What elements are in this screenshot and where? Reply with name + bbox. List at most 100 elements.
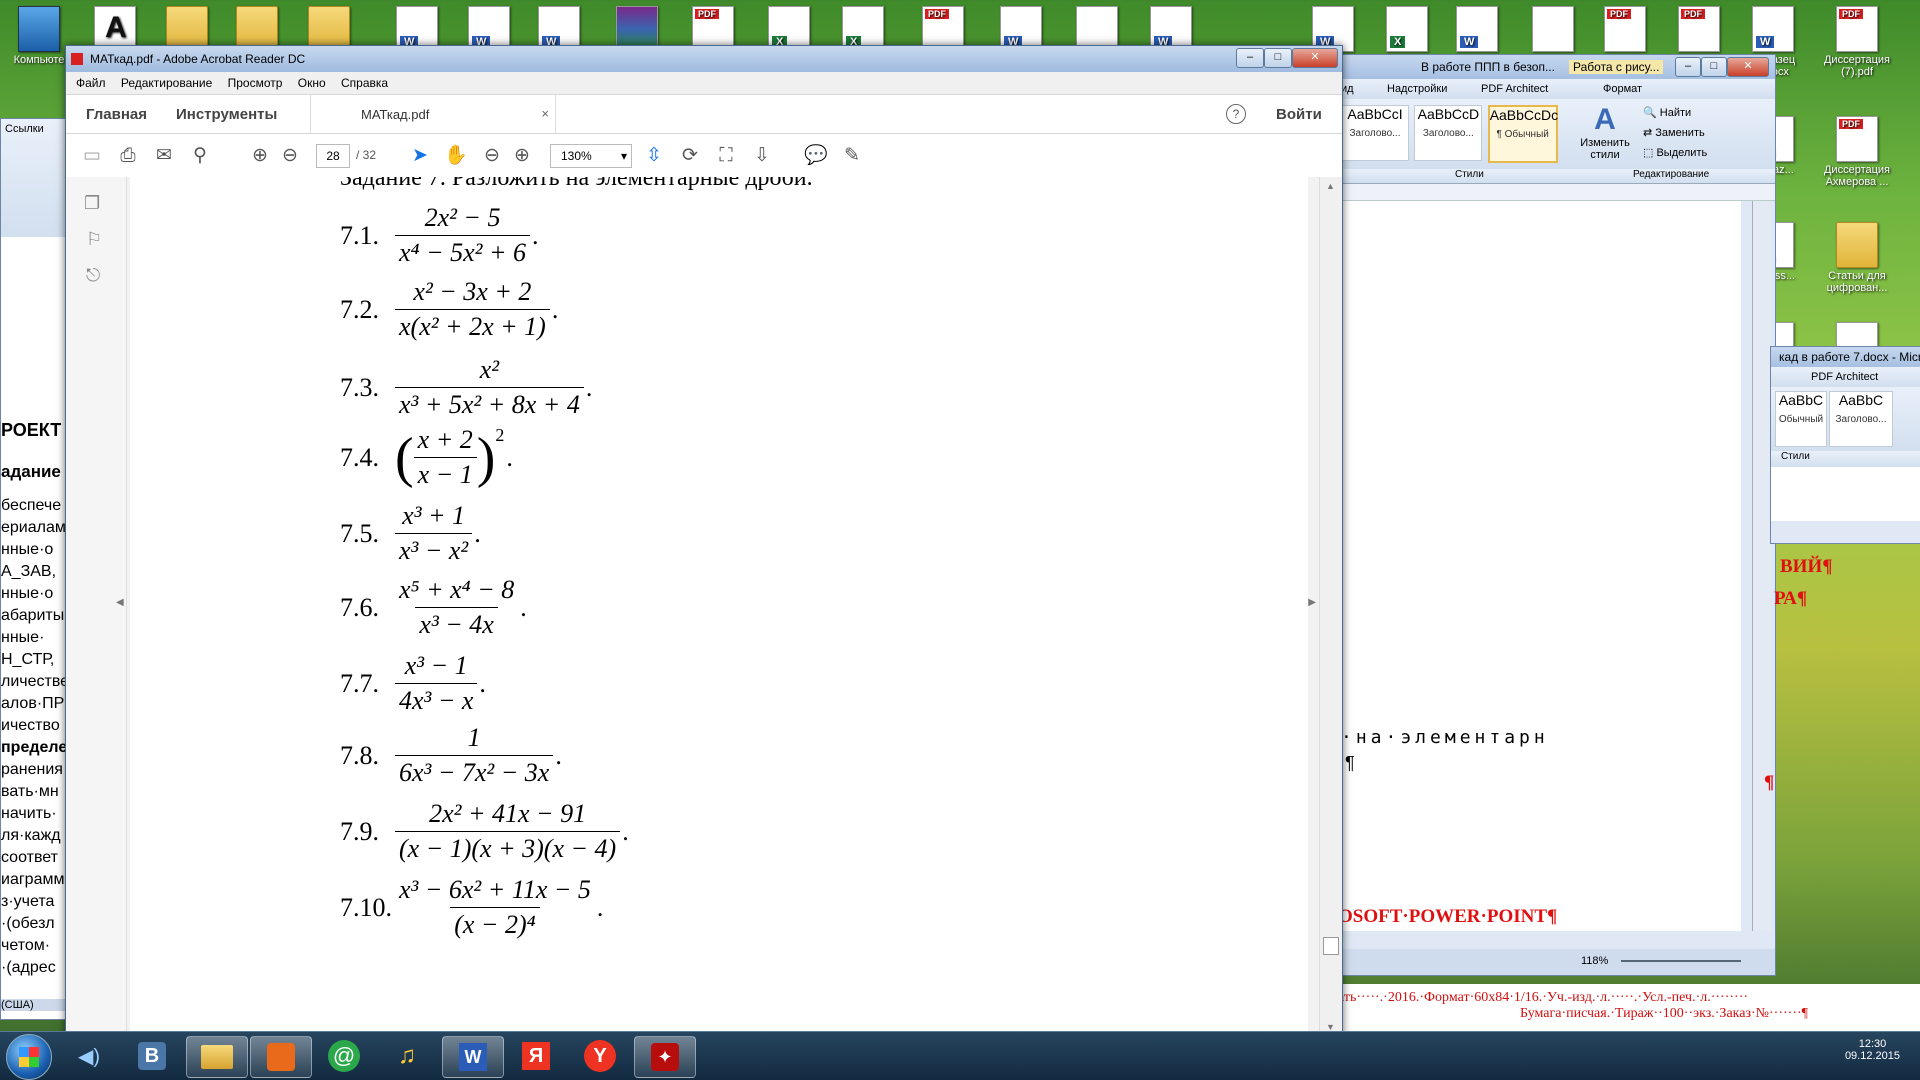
word-vscroll[interactable] bbox=[1752, 201, 1771, 931]
menu-view[interactable]: Просмотр bbox=[228, 76, 283, 90]
fraction: 1 6x³ − 7x² − 3x bbox=[395, 723, 554, 788]
desktop-icon-pdf[interactable] bbox=[1662, 6, 1736, 54]
change-styles-button[interactable]: A Изменить стили bbox=[1575, 103, 1635, 161]
taskbar-yandex[interactable]: Я bbox=[506, 1036, 566, 1076]
taskbar-vk[interactable]: B bbox=[122, 1036, 182, 1076]
word-ribbon-tab[interactable]: Формат bbox=[1603, 83, 1642, 95]
zoom-slider[interactable] bbox=[1621, 960, 1741, 962]
period: . bbox=[555, 740, 562, 770]
desktop-icon-word[interactable] bbox=[1440, 6, 1514, 54]
select-button[interactable]: ⬚ Выделить bbox=[1643, 143, 1707, 163]
desktop-icon-pdf-dissertation[interactable]: Диссертация (7).pdf bbox=[1820, 6, 1894, 78]
problem-number: 7.10. bbox=[340, 892, 392, 922]
document-tab-label: МАТкад.pdf bbox=[361, 107, 430, 122]
zoom-in-icon[interactable]: ⊕ bbox=[510, 144, 534, 168]
taskbar-mail[interactable]: @ bbox=[314, 1036, 374, 1076]
desktop-icon-excel[interactable] bbox=[1370, 6, 1444, 54]
comment-icon[interactable]: 💬 bbox=[804, 144, 828, 168]
search-icon[interactable]: ⚲ bbox=[188, 144, 212, 168]
maximize-icon[interactable]: □ bbox=[1701, 57, 1727, 77]
save-icon[interactable]: ▭ bbox=[80, 144, 104, 168]
replace-label: Заменить bbox=[1655, 127, 1705, 139]
pages-icon[interactable]: ❐ bbox=[84, 193, 100, 214]
style-normal[interactable]: AaBbCcDc ¶ Обычный bbox=[1487, 105, 1558, 163]
taskbar-music[interactable]: ♫ bbox=[378, 1036, 438, 1076]
style-heading1[interactable]: AaBbCcI Заголово... bbox=[1341, 105, 1409, 161]
clock[interactable]: 12:30 09.12.2015 bbox=[1845, 1038, 1900, 1062]
menu-edit[interactable]: Редактирование bbox=[121, 76, 212, 90]
clock-time: 12:30 bbox=[1858, 1038, 1887, 1050]
close-icon[interactable]: ✕ bbox=[1727, 57, 1769, 77]
print-icon[interactable]: ⎙ bbox=[116, 144, 140, 168]
taskbar-media[interactable] bbox=[250, 1036, 312, 1078]
fraction: x² x³ + 5x² + 8x + 4 bbox=[395, 355, 584, 420]
word-left-text: РОЕКТ адание беспече ериалам нные·о А_ЗА… bbox=[1, 419, 69, 979]
menu-file[interactable]: Файл bbox=[76, 76, 106, 90]
find-button[interactable]: 🔍 Найти bbox=[1643, 103, 1707, 123]
tab-tools[interactable]: Инструменты bbox=[176, 106, 277, 123]
maximize-icon[interactable]: □ bbox=[1264, 48, 1292, 68]
left-rail: ❐ ⚐ ⎋ ◀ bbox=[66, 177, 127, 1036]
taskbar-volume[interactable]: ◀) bbox=[58, 1036, 118, 1076]
hand-tool-icon[interactable]: ✋ bbox=[444, 144, 468, 168]
next-page-icon[interactable]: ⊖ bbox=[278, 144, 302, 168]
word-ribbon-tab[interactable]: PDF Architect bbox=[1481, 83, 1548, 95]
desktop-icon-doc[interactable] bbox=[1516, 6, 1590, 54]
scroll-thumb[interactable] bbox=[1323, 937, 1339, 955]
tab-home[interactable]: Главная bbox=[86, 106, 147, 123]
replace-button[interactable]: ⇄ Заменить bbox=[1643, 123, 1707, 143]
bookmark-icon[interactable]: ⚐ bbox=[86, 229, 102, 250]
word-statusbar: 118% bbox=[1301, 949, 1775, 975]
desktop-icon-folder-articles[interactable]: Статьи для цифрован... bbox=[1820, 222, 1894, 294]
word2-style[interactable]: AaBbC Заголово... bbox=[1829, 391, 1893, 447]
style-heading2[interactable]: AaBbCcD Заголово... bbox=[1414, 105, 1483, 161]
select-label: Выделить bbox=[1656, 147, 1708, 159]
attachment-icon[interactable]: ⎋ bbox=[86, 265, 100, 286]
word-title-tab[interactable]: В работе ППП в безоп... bbox=[1421, 60, 1555, 74]
yandex-browser-icon: Y bbox=[584, 1040, 616, 1072]
collapse-left-icon[interactable]: ◀ bbox=[116, 597, 124, 608]
page-number-input[interactable]: 28 bbox=[316, 144, 350, 168]
fullscreen-icon[interactable]: ⛶ bbox=[714, 144, 738, 168]
pen-icon[interactable]: ✎ bbox=[840, 144, 864, 168]
scroll-up-icon[interactable]: ▲ bbox=[1326, 181, 1335, 191]
minimize-icon[interactable]: – bbox=[1675, 57, 1701, 77]
collapse-right-icon[interactable]: ▶ bbox=[1308, 597, 1316, 608]
help-icon[interactable]: ? bbox=[1226, 104, 1246, 124]
word-red-text: OSOFT·POWER·POINT¶ bbox=[1338, 906, 1558, 927]
signin-button[interactable]: Войти bbox=[1276, 106, 1322, 123]
zoom-select[interactable]: 130% ▾ bbox=[550, 144, 632, 168]
period: . bbox=[622, 816, 629, 846]
menu-window[interactable]: Окно bbox=[298, 76, 326, 90]
select-cursor-icon[interactable]: ➤ bbox=[408, 144, 432, 168]
start-button[interactable] bbox=[6, 1034, 52, 1080]
desktop-icon-pdf[interactable] bbox=[1588, 6, 1662, 54]
taskbar-explorer[interactable] bbox=[186, 1036, 248, 1078]
tab-document[interactable]: МАТкад.pdf × bbox=[310, 95, 556, 133]
fit-page-icon[interactable]: ⇳ bbox=[642, 144, 666, 168]
close-tab-icon[interactable]: × bbox=[541, 106, 549, 121]
word-left-tab[interactable]: Ссылки bbox=[5, 123, 44, 135]
desktop-icon-pdf-ahmerova[interactable]: Диссертация Ахмерова ... bbox=[1820, 116, 1894, 188]
taskbar-yandex-browser[interactable]: Y bbox=[570, 1036, 630, 1076]
word2-tab[interactable]: PDF Architect bbox=[1771, 367, 1920, 387]
scroll-mode-icon[interactable]: ⇩ bbox=[750, 144, 774, 168]
word-title-tab-active[interactable]: Работа с рису... bbox=[1569, 60, 1664, 74]
minimize-icon[interactable]: – bbox=[1236, 48, 1264, 68]
zoom-out-icon[interactable]: ⊖ bbox=[480, 144, 504, 168]
email-icon[interactable]: ✉ bbox=[152, 144, 176, 168]
vertical-scrollbar[interactable]: ▲ ▼ bbox=[1319, 177, 1342, 1036]
left-text-line: ериалам bbox=[1, 519, 66, 536]
word2-style[interactable]: AaBbC Обычный bbox=[1775, 391, 1827, 447]
word-ribbon-tab[interactable]: Надстройки bbox=[1387, 83, 1447, 95]
word-page: ·на·элементарн ¶ bbox=[1301, 201, 1741, 931]
rotate-icon[interactable]: ⟳ bbox=[678, 144, 702, 168]
prev-page-icon[interactable]: ⊕ bbox=[248, 144, 272, 168]
period: . bbox=[506, 442, 513, 472]
taskbar-word[interactable]: W bbox=[442, 1036, 504, 1078]
taskbar-acrobat[interactable]: ✦ bbox=[634, 1036, 696, 1078]
menu-help[interactable]: Справка bbox=[341, 76, 388, 90]
find-icon: 🔍 bbox=[1643, 107, 1657, 119]
problem-row: 7.10. x³ − 6x² + 11x − 5 (x − 2)⁴. bbox=[340, 875, 603, 940]
close-icon[interactable]: ✕ bbox=[1292, 48, 1338, 68]
